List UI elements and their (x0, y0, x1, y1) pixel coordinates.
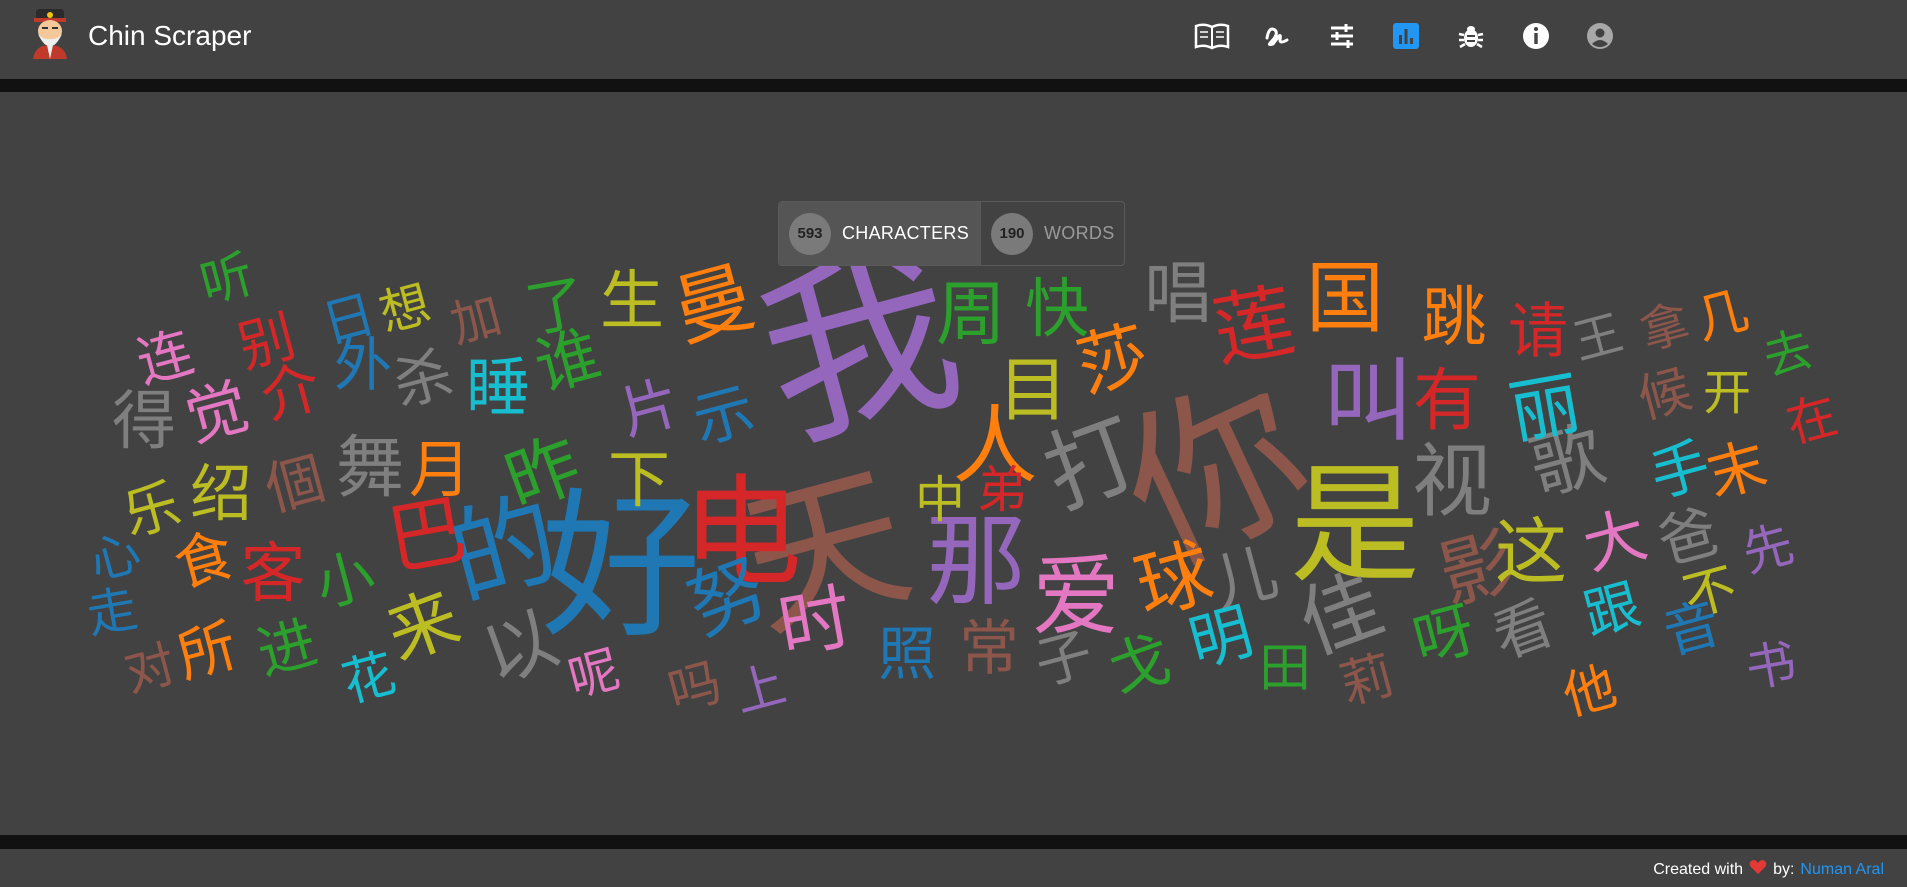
cloud-word: 唱 (1143, 255, 1213, 334)
book-icon[interactable] (1192, 18, 1232, 54)
cloud-word: 下 (607, 443, 671, 516)
cloud-word: 外 (333, 331, 393, 399)
cloud-word: 吗 (662, 652, 728, 724)
cloud-word: 视 (1412, 435, 1492, 528)
cloud-word: 去 (1757, 320, 1819, 388)
cloud-word: 走 (82, 579, 142, 645)
footer-prefix: Created with (1653, 860, 1744, 878)
cloud-word: 跳 (1421, 280, 1487, 356)
cloud-word: 有 (1412, 362, 1482, 441)
cloud-word: 听 (194, 244, 260, 316)
cloud-word: 得 (112, 385, 176, 459)
cloud-word: 绍 (189, 457, 253, 530)
cloud-word: 弟 (977, 461, 1027, 519)
sliders-icon[interactable] (1324, 18, 1360, 54)
cloud-word: 别 (231, 303, 303, 382)
cloud-word: 戈 (1101, 623, 1179, 707)
cloud-word: 睡 (466, 352, 530, 426)
heart-icon (1749, 859, 1767, 880)
cloud-word: 所 (170, 610, 244, 692)
words-toggle-label: WORDS (1044, 223, 1115, 243)
characters-toggle-button[interactable]: 593 CHARACTERS (779, 202, 981, 265)
main-panel: 我你天好是电的那爱叫人打莲国球巴视影这歌努目以时常佳有丽跳请曼莎周快唱月昨舞来睡… (0, 92, 1907, 835)
cloud-word: 这 (1494, 510, 1568, 594)
cloud-word: 莉 (1334, 645, 1400, 717)
cloud-word: 上 (728, 654, 792, 724)
footer: Created with by: Numan Aral (0, 849, 1907, 887)
cloud-word: 莲 (1206, 273, 1302, 380)
app-title: Chin Scraper (88, 20, 252, 51)
cloud-word: 叫 (1323, 349, 1413, 454)
count-toggle: 593 CHARACTERS 190 WORDS (778, 201, 1125, 266)
cloud-word: 时 (772, 574, 858, 670)
characters-count-badge: 593 (789, 212, 831, 255)
words-count-badge: 190 (991, 212, 1033, 255)
cloud-word: 几 (1689, 280, 1755, 352)
cloud-word: 在 (1780, 385, 1844, 455)
cloud-word: 看 (1484, 588, 1562, 672)
cloud-word: 片 (613, 367, 687, 449)
cloud-word: 目 (998, 349, 1068, 431)
cloud-word: 跟 (1577, 571, 1647, 648)
cloud-word: 周 (936, 273, 1006, 355)
cloud-word: 花 (336, 643, 402, 715)
info-icon[interactable] (1518, 18, 1554, 54)
cloud-word: 开 (1702, 365, 1752, 421)
author-link[interactable]: Numan Aral (1800, 861, 1884, 879)
cloud-word: 客 (240, 536, 306, 612)
cloud-word: 舞 (335, 429, 405, 508)
cloud-word: 加 (444, 285, 508, 355)
cloud-word: 对 (118, 634, 182, 704)
cloud-word: 请 (1508, 297, 1568, 367)
cloud-word: 先 (1736, 514, 1800, 584)
bar-chart-icon[interactable] (1388, 18, 1424, 54)
app-logo-icon (27, 7, 73, 59)
cloud-word: 月 (408, 433, 472, 506)
cloud-word: 杀 (386, 338, 460, 420)
cloud-word: 田 (1258, 639, 1312, 699)
footer-suffix: by: (1773, 860, 1795, 878)
cloud-word: 常 (959, 614, 1019, 684)
cloud-word: 丽 (1503, 361, 1587, 455)
cloud-word: 来 (376, 575, 470, 677)
cloud-word: 书 (1741, 633, 1801, 699)
cloud-word: 王 (1567, 304, 1629, 372)
words-toggle-button[interactable]: 190 WORDS (981, 202, 1124, 265)
cloud-word: 照 (877, 620, 937, 688)
cloud-word: 拿 (1634, 294, 1696, 362)
cloud-word: 觉 (177, 369, 257, 456)
cloud-word: 大 (1575, 497, 1655, 584)
cloud-word: 個 (258, 443, 332, 525)
cloud-word: 小 (308, 539, 382, 621)
cloud-word: 生 (600, 265, 664, 339)
cloud-word: 他 (1557, 656, 1623, 728)
bug-icon[interactable] (1453, 18, 1489, 54)
signature-icon[interactable] (1259, 18, 1295, 54)
cloud-word: 候 (1632, 359, 1698, 431)
cloud-word: 中 (915, 471, 965, 529)
cloud-word: 进 (250, 607, 324, 689)
footer-shadow (0, 835, 1907, 849)
cloud-word: 国 (1305, 254, 1385, 344)
characters-toggle-label: CHARACTERS (842, 223, 970, 243)
cloud-word: 了 (520, 267, 592, 347)
cloud-word: 快 (1025, 273, 1089, 347)
account-icon[interactable] (1582, 18, 1618, 54)
footer-credit: Created with by: Numan Aral (1653, 859, 1884, 880)
top-navbar: Chin Scraper (0, 0, 1907, 79)
navbar-shadow (0, 79, 1907, 92)
cloud-word: 连 (130, 319, 200, 396)
cloud-word: 示 (685, 374, 763, 458)
cloud-word: 食 (167, 519, 241, 601)
